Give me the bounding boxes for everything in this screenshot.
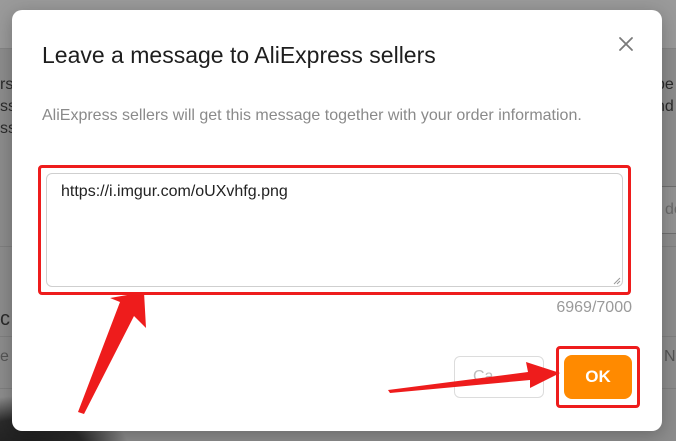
background-input-text: de bbox=[665, 201, 676, 218]
resize-grip-icon[interactable] bbox=[612, 276, 621, 285]
message-modal: Leave a message to AliExpress sellers Al… bbox=[12, 10, 662, 431]
screen: rs ss ss be nd de c e: N Leave a message… bbox=[0, 0, 676, 441]
modal-title: Leave a message to AliExpress sellers bbox=[42, 42, 436, 68]
character-counter: 6969/7000 bbox=[556, 299, 632, 316]
background-text-fragment: c bbox=[0, 308, 10, 330]
background-text-fragment: N bbox=[664, 348, 676, 365]
textarea-annotation-box bbox=[38, 165, 631, 295]
message-textarea[interactable] bbox=[46, 173, 623, 287]
ok-button[interactable]: OK bbox=[564, 355, 632, 399]
modal-description: AliExpress sellers will get this message… bbox=[42, 107, 582, 124]
close-icon bbox=[619, 37, 633, 51]
background-text-fragment: e: bbox=[0, 348, 10, 365]
close-button[interactable] bbox=[614, 32, 638, 56]
cancel-button[interactable]: Ca bbox=[454, 356, 544, 398]
